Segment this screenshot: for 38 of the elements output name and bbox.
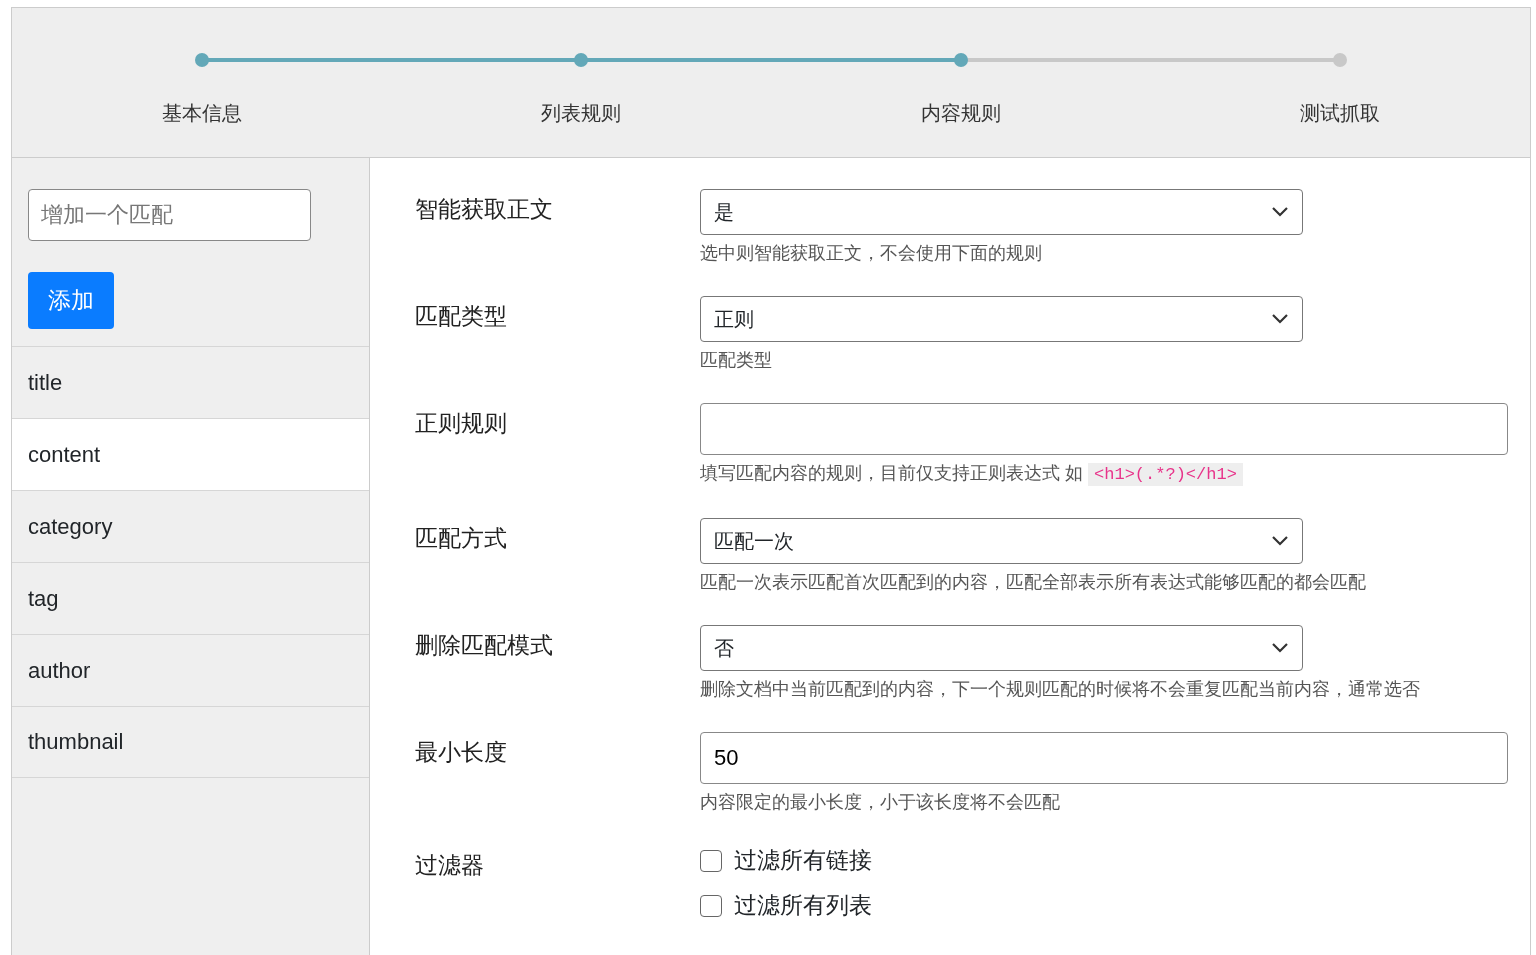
select-field[interactable]: 正则: [700, 296, 1303, 342]
help-text: 匹配一次表示匹配首次匹配到的内容，匹配全部表示所有表达式能够匹配的都会匹配: [700, 571, 1367, 594]
text-field[interactable]: 50: [700, 732, 1508, 784]
select-field[interactable]: 匹配一次: [700, 518, 1303, 564]
step-label: 列表规则: [541, 101, 622, 126]
help-text: 填写匹配内容的规则，目前仅支持正则表达式 如 <h1>(.*?)</h1>: [700, 460, 1530, 488]
step-label: 内容规则: [920, 101, 1001, 126]
field-label: 智能获取正文: [415, 195, 554, 224]
sidebar-item[interactable]: thumbnail: [12, 706, 369, 778]
checkbox[interactable]: [700, 849, 722, 872]
step-label: 基本信息: [161, 101, 242, 126]
sidebar-item[interactable]: category: [12, 490, 369, 562]
field-label: 最小长度: [415, 738, 508, 767]
field-label: 过滤器: [415, 851, 485, 880]
checkbox-label: 过滤所有链接: [734, 846, 872, 875]
field-label: 匹配方式: [415, 524, 508, 553]
chevron-down-icon: [1271, 642, 1289, 654]
match-name-input[interactable]: 增加一个匹配: [28, 189, 311, 241]
chevron-down-icon: [1271, 206, 1289, 218]
select-field[interactable]: 是: [700, 189, 1303, 235]
help-text: 删除文档中当前匹配到的内容，下一个规则匹配的时候将不会重复匹配当前内容，通常选否: [700, 678, 1421, 701]
text-field[interactable]: [700, 403, 1508, 455]
field-label: 匹配类型: [415, 302, 508, 331]
field-label: 正则规则: [415, 409, 508, 438]
help-text: 内容限定的最小长度，小于该长度将不会匹配: [700, 791, 1061, 814]
field-label: 删除匹配模式: [415, 631, 554, 660]
checkbox[interactable]: [700, 894, 722, 917]
step-label: 测试抓取: [1300, 101, 1381, 126]
help-text: 选中则智能获取正文，不会使用下面的规则: [700, 242, 1043, 265]
checkbox-label: 过滤所有列表: [734, 891, 872, 920]
sidebar-item[interactable]: author: [12, 634, 369, 706]
select-field[interactable]: 否: [700, 625, 1303, 671]
chevron-down-icon: [1271, 535, 1289, 547]
help-text: 匹配类型: [700, 349, 773, 372]
sidebar-item[interactable]: tag: [12, 562, 369, 634]
sidebar-item[interactable]: content: [12, 418, 369, 490]
chevron-down-icon: [1271, 313, 1289, 325]
add-button[interactable]: 添加: [28, 272, 114, 329]
